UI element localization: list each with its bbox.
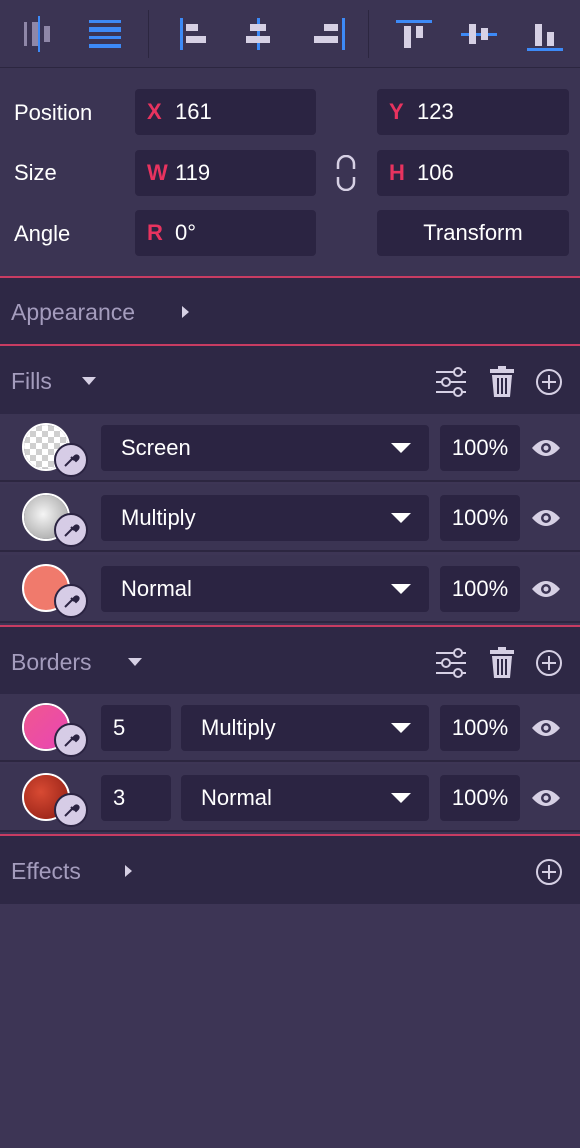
align-top-icon[interactable] bbox=[390, 10, 438, 58]
opacity-field[interactable]: 100% bbox=[440, 425, 520, 471]
add-fill-icon[interactable] bbox=[531, 364, 567, 400]
distribute-vertical-icon[interactable] bbox=[81, 10, 129, 58]
caret-down-icon[interactable] bbox=[80, 374, 98, 388]
opacity-field[interactable]: 100% bbox=[440, 775, 520, 821]
border-width-field[interactable]: 5 bbox=[101, 705, 171, 751]
border-width-field[interactable]: 3 bbox=[101, 775, 171, 821]
width-field[interactable]: W 119 bbox=[135, 150, 316, 196]
eyedropper-icon[interactable] bbox=[54, 584, 88, 618]
x-field[interactable]: X 161 bbox=[135, 89, 316, 135]
trash-icon[interactable] bbox=[484, 645, 520, 681]
eyedropper-icon[interactable] bbox=[54, 723, 88, 757]
blend-mode-dropdown[interactable]: Screen bbox=[101, 425, 429, 471]
eye-icon[interactable] bbox=[530, 504, 562, 532]
h-prefix: H bbox=[389, 160, 405, 185]
borders-header: Borders bbox=[0, 627, 580, 694]
align-middle-vertical-icon[interactable] bbox=[455, 10, 503, 58]
opacity-field[interactable]: 100% bbox=[440, 705, 520, 751]
fill-settings-icon[interactable] bbox=[433, 364, 469, 400]
fill-row: Multiply 100% bbox=[0, 484, 580, 552]
size-label: Size bbox=[14, 160, 57, 185]
border-settings-icon[interactable] bbox=[433, 645, 469, 681]
align-left-icon[interactable] bbox=[168, 10, 216, 58]
blend-mode-dropdown[interactable]: Multiply bbox=[181, 705, 429, 751]
w-prefix: W bbox=[147, 160, 168, 185]
blend-mode-value: Multiply bbox=[201, 715, 276, 740]
chevron-down-icon bbox=[391, 443, 411, 453]
eye-icon[interactable] bbox=[530, 784, 562, 812]
eyedropper-icon[interactable] bbox=[54, 513, 88, 547]
trash-icon[interactable] bbox=[484, 364, 520, 400]
alignment-toolbar bbox=[0, 0, 580, 68]
toolbar-separator bbox=[148, 10, 149, 58]
blend-mode-dropdown[interactable]: Normal bbox=[181, 775, 429, 821]
blend-mode-value: Multiply bbox=[121, 505, 196, 530]
eye-icon[interactable] bbox=[530, 714, 562, 742]
h-value: 106 bbox=[417, 160, 454, 185]
caret-right-icon[interactable] bbox=[178, 305, 192, 319]
position-label: Position bbox=[14, 100, 93, 125]
toolbar-separator bbox=[368, 10, 369, 58]
border-row: 3 Normal 100% bbox=[0, 764, 580, 832]
align-center-horizontal-icon[interactable] bbox=[234, 10, 282, 58]
y-field[interactable]: Y 123 bbox=[377, 89, 569, 135]
caret-down-icon[interactable] bbox=[126, 655, 144, 669]
appearance-title: Appearance bbox=[11, 299, 136, 325]
eye-icon[interactable] bbox=[530, 575, 562, 603]
distribute-horizontal-icon[interactable] bbox=[14, 10, 62, 58]
chevron-down-icon bbox=[391, 723, 411, 733]
x-value: 161 bbox=[175, 99, 212, 124]
r-value: 0° bbox=[175, 220, 197, 245]
blend-mode-value: Normal bbox=[121, 576, 192, 601]
eyedropper-icon[interactable] bbox=[54, 793, 88, 827]
chevron-down-icon bbox=[391, 513, 411, 523]
effects-title: Effects bbox=[11, 858, 81, 884]
height-field[interactable]: H 106 bbox=[377, 150, 569, 196]
blend-mode-dropdown[interactable]: Multiply bbox=[101, 495, 429, 541]
fills-title: Fills bbox=[11, 368, 52, 394]
fill-row: Screen 100% bbox=[0, 414, 580, 482]
opacity-field[interactable]: 100% bbox=[440, 495, 520, 541]
fill-row: Normal 100% bbox=[0, 555, 580, 623]
fills-header: Fills bbox=[0, 346, 580, 414]
effects-header: Effects bbox=[0, 836, 580, 904]
borders-title: Borders bbox=[11, 649, 92, 675]
y-prefix: Y bbox=[389, 99, 404, 124]
chevron-down-icon bbox=[391, 584, 411, 594]
rotation-field[interactable]: R 0° bbox=[135, 210, 316, 256]
eyedropper-icon[interactable] bbox=[54, 443, 88, 477]
caret-right-icon[interactable] bbox=[121, 864, 135, 878]
appearance-header[interactable]: Appearance bbox=[0, 278, 580, 344]
align-right-icon[interactable] bbox=[302, 10, 350, 58]
y-value: 123 bbox=[417, 99, 454, 124]
blend-mode-value: Screen bbox=[121, 435, 191, 460]
add-effect-icon[interactable] bbox=[531, 854, 567, 890]
transform-button[interactable]: Transform bbox=[377, 210, 569, 256]
chevron-down-icon bbox=[391, 793, 411, 803]
lock-proportions-icon[interactable] bbox=[334, 154, 358, 192]
w-value: 119 bbox=[175, 160, 211, 185]
opacity-field[interactable]: 100% bbox=[440, 566, 520, 612]
eye-icon[interactable] bbox=[530, 434, 562, 462]
blend-mode-value: Normal bbox=[201, 785, 272, 810]
r-prefix: R bbox=[147, 220, 163, 245]
align-bottom-icon[interactable] bbox=[521, 10, 569, 58]
x-prefix: X bbox=[147, 99, 162, 124]
border-row: 5 Multiply 100% bbox=[0, 694, 580, 762]
add-border-icon[interactable] bbox=[531, 645, 567, 681]
angle-label: Angle bbox=[14, 221, 71, 246]
blend-mode-dropdown[interactable]: Normal bbox=[101, 566, 429, 612]
